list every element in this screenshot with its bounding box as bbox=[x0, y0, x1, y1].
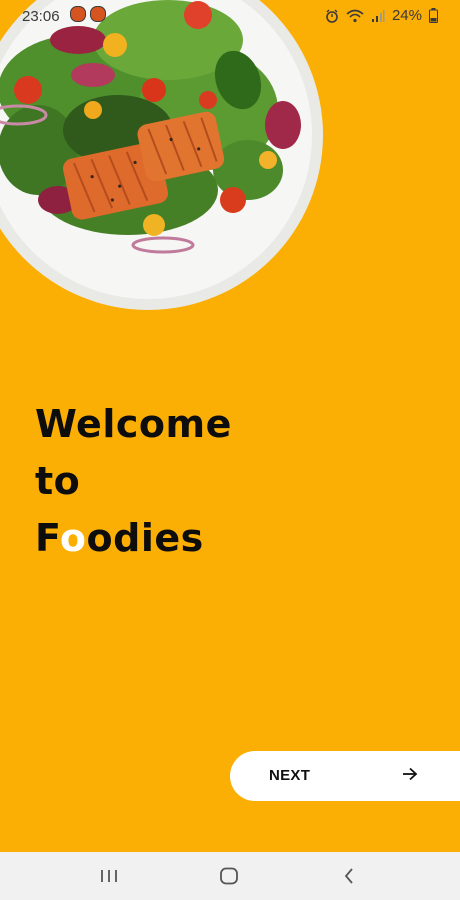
signal-icon bbox=[371, 9, 385, 23]
notification-icon bbox=[70, 6, 86, 22]
brand-rest: odies bbox=[86, 516, 204, 560]
battery-percent: 24% bbox=[391, 7, 422, 24]
status-indicators: 24% bbox=[325, 7, 438, 24]
food-plate-image bbox=[0, 0, 328, 310]
brand-name: Foodies bbox=[35, 510, 232, 567]
onboarding-screen: 23:06 24% Welcome to Foodies NEXT bbox=[0, 0, 460, 900]
recent-apps-icon[interactable] bbox=[89, 864, 129, 888]
welcome-line-2: to bbox=[35, 459, 81, 503]
status-time: 23:06 bbox=[22, 8, 60, 25]
status-bar: 23:06 24% bbox=[0, 0, 460, 34]
notification-icons bbox=[70, 6, 106, 22]
next-button-label: NEXT bbox=[269, 767, 311, 784]
brand-first-letter: F bbox=[35, 516, 60, 560]
next-button[interactable]: NEXT bbox=[230, 751, 460, 801]
wifi-icon bbox=[346, 9, 364, 23]
welcome-heading: Welcome to Foodies bbox=[35, 396, 232, 567]
brand-o-highlight: o bbox=[59, 516, 87, 560]
home-icon[interactable] bbox=[209, 864, 249, 888]
alarm-icon bbox=[325, 9, 339, 23]
battery-icon bbox=[429, 8, 438, 23]
notification-icon bbox=[90, 6, 106, 22]
back-icon[interactable] bbox=[329, 864, 369, 888]
welcome-line-1: Welcome bbox=[35, 402, 232, 446]
system-nav-bar bbox=[0, 852, 460, 900]
arrow-right-icon bbox=[402, 767, 418, 786]
